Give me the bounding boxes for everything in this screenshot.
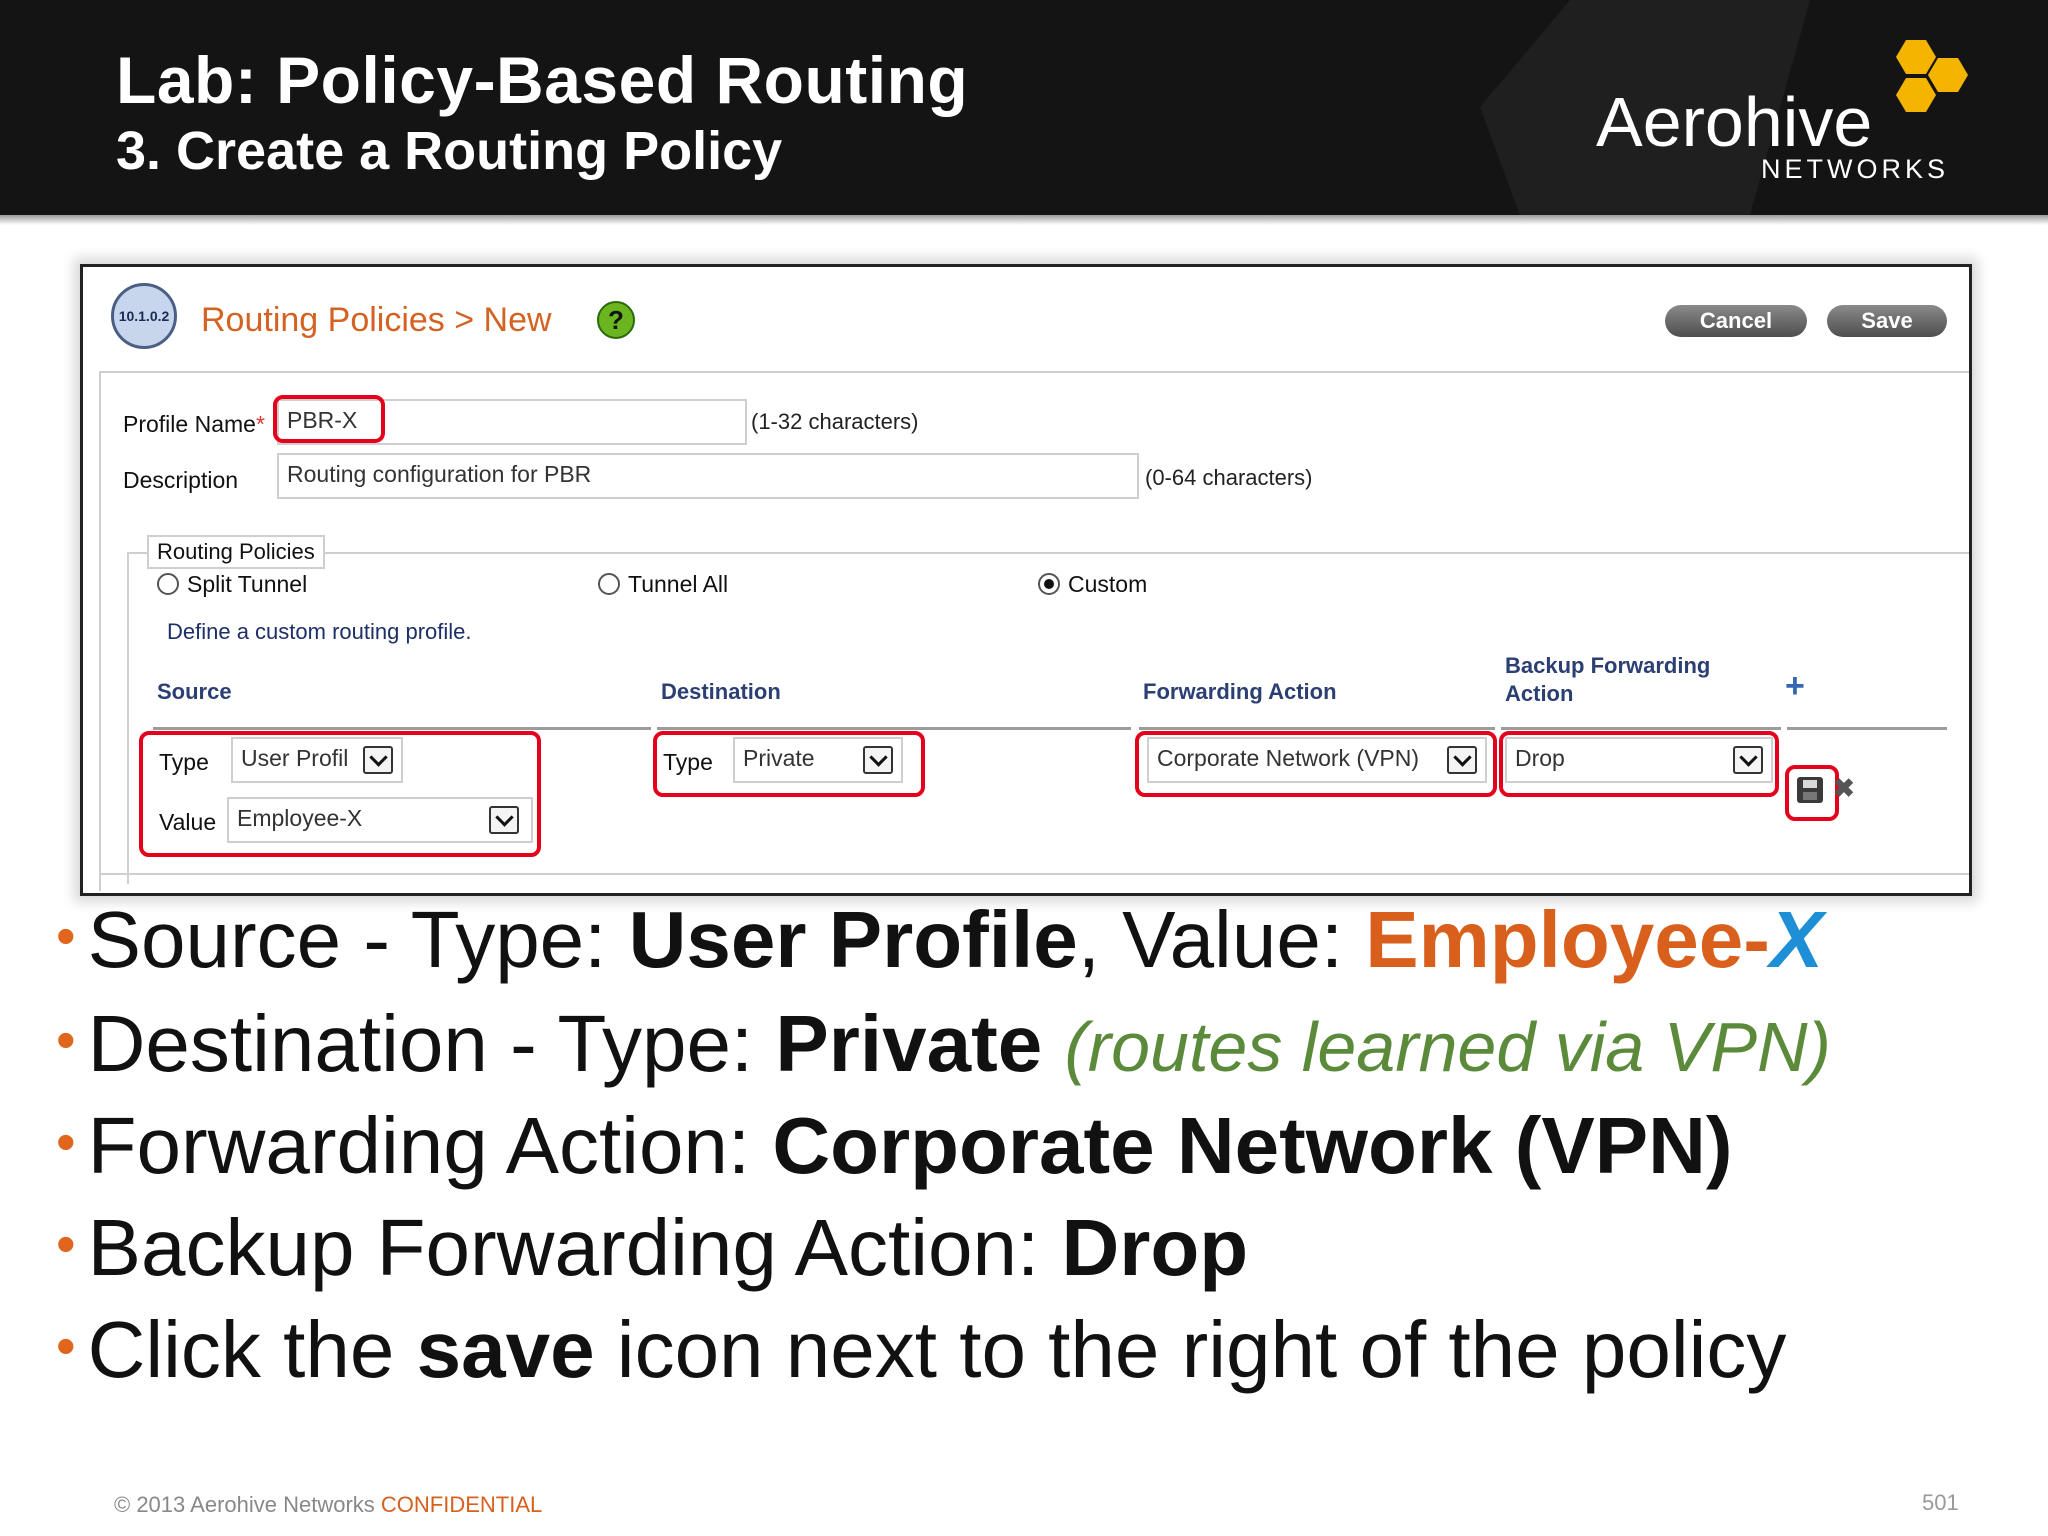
description-label: Description [123, 467, 239, 493]
bullet-bold: Corporate Network (VPN) [772, 1101, 1733, 1190]
bullet-bold: User Profile [628, 895, 1078, 984]
radio-custom[interactable] [1038, 573, 1060, 595]
col-rule-forwarding [1139, 727, 1495, 730]
header-shadow [0, 215, 2048, 225]
radio-tunnel-all[interactable] [598, 573, 620, 595]
custom-note: Define a custom routing profile. [167, 619, 472, 644]
page-number: 501 [1922, 1490, 1959, 1515]
bullet-text: Source - Type: [87, 895, 629, 984]
col-backup-forwarding: Backup Forwarding [1505, 653, 1711, 678]
radio-custom-label: Custom [1068, 571, 1148, 597]
bullet-dot: • [56, 1008, 76, 1071]
col-rule-destination [657, 727, 1131, 730]
copyright-text: © 2013 Aerohive Networks [114, 1492, 375, 1517]
bullet-text: Destination - Type: [87, 999, 776, 1088]
ui-screenshot: 10.1.0.2 Routing Policies > New ? Cancel… [80, 264, 1972, 896]
aerohive-logo: Aerohive NETWORKS [1596, 40, 1968, 190]
bullet-bold: save [416, 1305, 595, 1394]
footer-copyright: © 2013 Aerohive Networks CONFIDENTIAL [114, 1492, 542, 1518]
highlight-save-icon [1785, 765, 1839, 821]
panel-border-left [99, 371, 101, 891]
col-backup-forwarding-2: Action [1505, 681, 1574, 706]
bullet-x: X [1769, 895, 1824, 984]
help-icon[interactable]: ? [597, 301, 635, 339]
profile-name-hint: (1-32 characters) [751, 409, 919, 434]
bullet-text: Backup Forwarding Action: [87, 1203, 1062, 1292]
device-badge: 10.1.0.2 [111, 283, 177, 349]
bullet-save: • Click the save icon next to the right o… [56, 1304, 1786, 1396]
col-rule-actions [1787, 727, 1947, 730]
panel-bottom-border [99, 873, 1969, 875]
breadcrumb[interactable]: Routing Policies > New [201, 301, 552, 340]
bullet-backup: • Backup Forwarding Action: Drop [56, 1202, 1248, 1294]
slide-subtitle: 3. Create a Routing Policy [116, 121, 783, 181]
logo-hexagons [1896, 40, 1968, 112]
description-input[interactable]: Routing configuration for PBR [277, 453, 1139, 499]
highlight-forwarding [1135, 731, 1497, 797]
slide-title: Lab: Policy-Based Routing [116, 43, 969, 117]
bullet-source: • Source - Type: User Profile, Value: Emp… [56, 894, 1823, 986]
logo-networks: NETWORKS [1761, 154, 1950, 184]
col-destination: Destination [661, 679, 781, 704]
bullet-dot: • [56, 904, 76, 967]
profile-name-label: Profile Name* [123, 411, 265, 437]
bullet-text: Click the [87, 1305, 417, 1394]
logo-wordmark: Aerohive [1596, 83, 1873, 161]
radio-split-tunnel-label: Split Tunnel [187, 571, 308, 597]
bullet-dot: • [56, 1314, 76, 1377]
col-rule-backup [1501, 727, 1781, 730]
highlight-source [139, 731, 541, 857]
highlight-backup [1499, 731, 1779, 797]
bullet-destination: • Destination - Type: Private (routes lea… [56, 998, 1831, 1090]
routing-policies-legend: Routing Policies [147, 535, 325, 569]
bullet-bold: Drop [1061, 1203, 1249, 1292]
bullet-text: Forwarding Action: [87, 1101, 773, 1190]
bullet-bold: Private [775, 999, 1043, 1088]
highlight-destination [653, 731, 925, 797]
bullet-text: icon next to the right of the policy [594, 1305, 1787, 1394]
save-button[interactable]: Save [1827, 305, 1947, 337]
cancel-button[interactable]: Cancel [1665, 305, 1807, 337]
radio-split-tunnel[interactable] [157, 573, 179, 595]
slide-header: Lab: Policy-Based Routing 3. Create a Ro… [0, 0, 2048, 215]
add-row-icon[interactable]: + [1785, 667, 1805, 706]
col-forwarding-action: Forwarding Action [1143, 679, 1337, 704]
delete-row-icon[interactable]: ✖ [1833, 773, 1855, 804]
highlight-profile-name [273, 395, 385, 443]
col-source: Source [157, 679, 232, 704]
bullet-dot: • [56, 1212, 76, 1275]
panel-border [99, 371, 1969, 373]
col-rule-source [153, 727, 651, 730]
bullet-note: (routes learned via VPN) [1064, 1008, 1831, 1086]
bullet-text: , Value: [1077, 895, 1366, 984]
confidential-text: CONFIDENTIAL [380, 1492, 543, 1517]
bullet-dot: • [56, 1110, 76, 1173]
bullet-employee: Employee- [1365, 895, 1770, 984]
radio-tunnel-all-label: Tunnel All [628, 571, 729, 597]
description-hint: (0-64 characters) [1145, 465, 1313, 490]
bullet-forwarding: • Forwarding Action: Corporate Network (V… [56, 1100, 1733, 1192]
